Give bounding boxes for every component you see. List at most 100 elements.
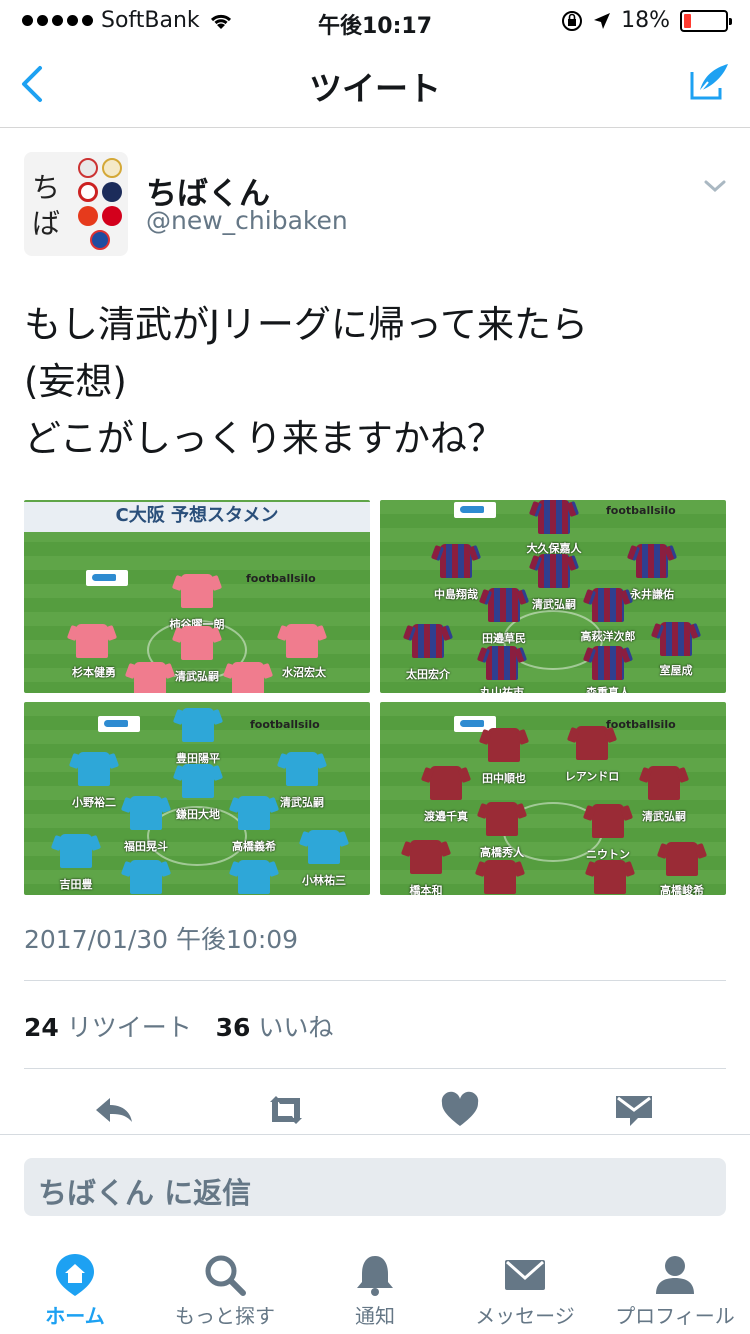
media-grid: C大阪 予想スタメン footballsilo 柿谷曜一朗 杉本健勇 清武弘嗣 … — [24, 500, 726, 895]
battery-percent: 18% — [621, 8, 670, 33]
engagement-counts: 24 リツイート 36 いいね — [24, 1008, 333, 1044]
divider — [24, 1068, 726, 1069]
club-crest-icon — [78, 206, 98, 226]
like-count[interactable]: 36 — [216, 1013, 251, 1042]
status-bar: SoftBank 午後10:17 18% — [0, 0, 750, 40]
player-name: 高橋義希 — [232, 840, 276, 853]
tab-bar: ホーム もっと探す 通知 メッセージ プロフィール — [0, 1236, 750, 1334]
player-shirt — [130, 796, 162, 830]
tab-label: 通知 — [355, 1304, 395, 1328]
player-shirt — [488, 728, 520, 762]
player-name: 橋本和 — [409, 884, 443, 895]
player-shirt — [486, 802, 518, 836]
brand-label: footballsilo — [606, 504, 676, 517]
search-icon — [205, 1255, 246, 1296]
player-shirt — [594, 860, 626, 894]
chevron-down-icon[interactable] — [702, 176, 728, 196]
player-shirt — [238, 860, 270, 894]
retweet-count-label[interactable]: リツイート — [67, 1013, 192, 1042]
lineup-image-red[interactable]: footballsilo 田中順也 レアンドロ 渡邉千真 清武弘嗣 高橋秀人 ニ… — [380, 702, 726, 895]
player-name: 清武弘嗣 — [532, 598, 576, 611]
player-name: 福田晃斗 — [124, 840, 168, 853]
tab-label: プロフィール — [615, 1304, 735, 1328]
player-name: 田邉草民 — [482, 632, 526, 645]
player-name: 田中順也 — [482, 772, 526, 785]
player-name: 室屋成 — [659, 664, 693, 677]
player-name: 高橋峻希 — [660, 884, 704, 895]
club-crest-icon — [78, 182, 98, 202]
player-shirt — [134, 662, 166, 693]
tweet-text: もし清武がJリーグに帰って来たら (妄想) どこがしっくり来ますかね？ — [24, 303, 589, 460]
user-handle[interactable]: @new_chibaken — [146, 206, 348, 235]
player-shirt — [286, 624, 318, 658]
player-name: 杉本健勇 — [72, 666, 116, 679]
avatar-text: ちば — [32, 171, 61, 240]
player-name: 丸山祐市 — [480, 686, 524, 693]
tab-profile[interactable]: プロフィール — [600, 1236, 750, 1334]
player-shirt — [412, 624, 444, 658]
home-icon — [56, 1254, 94, 1296]
reply-placeholder: ちばくん に返信 — [38, 1176, 252, 1210]
player-shirt — [660, 622, 692, 656]
player-shirt — [286, 752, 318, 786]
reply-icon[interactable] — [92, 1090, 136, 1130]
player-name: 渡邉千真 — [424, 810, 468, 823]
tab-explore[interactable]: もっと探す — [150, 1236, 300, 1334]
envelope-icon — [505, 1260, 545, 1290]
player-name: 中島翔哉 — [434, 588, 478, 601]
player-name: 永井謙佑 — [630, 588, 674, 601]
player-name: 鎌田大地 — [176, 808, 220, 821]
player-shirt — [538, 500, 570, 534]
page-title: ツイート — [309, 69, 441, 108]
lineup-image-cerezo[interactable]: C大阪 予想スタメン footballsilo 柿谷曜一朗 杉本健勇 清武弘嗣 … — [24, 500, 370, 693]
player-shirt — [636, 544, 668, 578]
retweet-count[interactable]: 24 — [24, 1013, 59, 1042]
player-name: 吉田豊 — [59, 878, 93, 891]
tab-messages[interactable]: メッセージ — [450, 1236, 600, 1334]
player-shirt — [60, 834, 92, 868]
heart-icon[interactable] — [438, 1090, 482, 1130]
player-shirt — [592, 588, 624, 622]
boot-logo — [454, 502, 496, 518]
player-shirt — [592, 646, 624, 680]
player-shirt — [181, 574, 213, 608]
direct-message-icon[interactable] — [612, 1090, 656, 1130]
panel-title: C大阪 予想スタメン — [24, 502, 370, 532]
player-name: 高萩洋次郎 — [580, 630, 636, 643]
reply-input[interactable]: ちばくん に返信 — [24, 1158, 726, 1216]
battery-icon — [680, 9, 732, 32]
player-name: レアンドロ — [564, 770, 620, 783]
avatar[interactable]: ちば — [24, 152, 128, 256]
brand-label: footballsilo — [250, 718, 320, 731]
navigation-bar: ツイート — [0, 40, 750, 128]
player-shirt — [308, 830, 340, 864]
player-shirt — [182, 764, 214, 798]
retweet-icon[interactable] — [264, 1090, 308, 1130]
like-count-label[interactable]: いいね — [258, 1013, 333, 1042]
player-shirt — [666, 842, 698, 876]
player-name: 高橋秀人 — [480, 846, 524, 859]
tab-label: ホーム — [45, 1304, 105, 1328]
tab-notifications[interactable]: 通知 — [300, 1236, 450, 1334]
lineup-image-tokyo[interactable]: footballsilo 大久保嘉人 中島翔哉 清武弘嗣 永井謙佑 田邉草民 高… — [380, 500, 726, 693]
bell-icon — [357, 1256, 393, 1296]
player-shirt — [440, 544, 472, 578]
divider — [24, 980, 726, 981]
player-name: 清武弘嗣 — [642, 810, 686, 823]
tab-home[interactable]: ホーム — [0, 1236, 150, 1334]
player-name: 小野裕二 — [72, 796, 116, 809]
player-name: 太田宏介 — [406, 668, 450, 681]
player-shirt — [484, 860, 516, 894]
compose-tweet-icon[interactable] — [684, 58, 732, 106]
lineup-image-tosu[interactable]: footballsilo 豊田陽平 小野裕二 清武弘嗣 鎌田大地 福田晃斗 高橋… — [24, 702, 370, 895]
player-shirt — [238, 796, 270, 830]
location-arrow-icon — [594, 12, 611, 29]
player-shirt — [538, 554, 570, 588]
person-icon — [656, 1256, 694, 1294]
player-shirt — [232, 662, 264, 693]
club-crest-icon — [102, 206, 122, 226]
player-name: 清武弘嗣 — [280, 796, 324, 809]
player-shirt — [486, 646, 518, 680]
club-crest-icon — [102, 158, 122, 178]
club-crest-icon — [102, 182, 122, 202]
